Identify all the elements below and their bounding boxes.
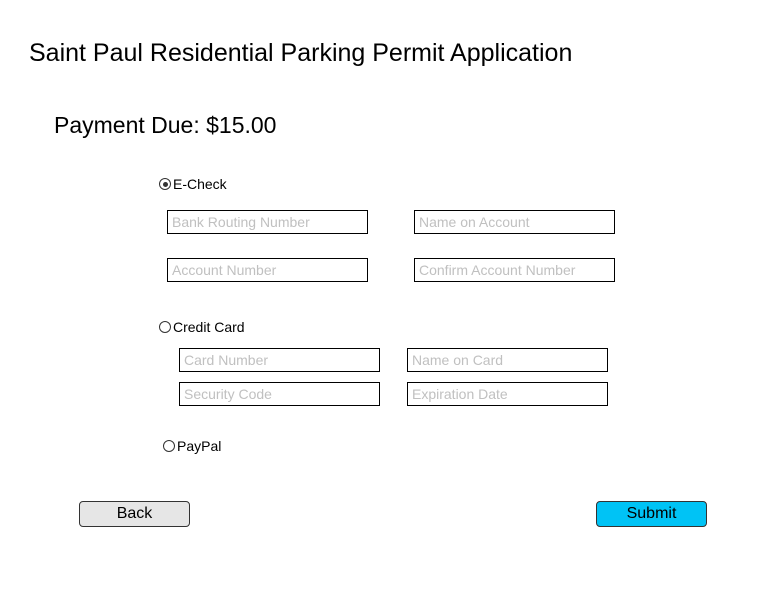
card-number-input[interactable] <box>179 348 380 372</box>
back-button[interactable]: Back <box>79 501 190 527</box>
page-title: Saint Paul Residential Parking Permit Ap… <box>29 39 573 67</box>
echeck-option[interactable]: E-Check <box>159 176 227 192</box>
confirm-account-number-input[interactable] <box>414 258 615 282</box>
echeck-radio[interactable] <box>159 178 171 190</box>
name-on-account-input[interactable] <box>414 210 615 234</box>
credit-card-radio[interactable] <box>159 321 171 333</box>
paypal-option[interactable]: PayPal <box>163 438 221 454</box>
security-code-input[interactable] <box>179 382 380 406</box>
bank-routing-number-input[interactable] <box>167 210 368 234</box>
expiration-date-input[interactable] <box>407 382 608 406</box>
submit-button[interactable]: Submit <box>596 501 707 527</box>
credit-card-option[interactable]: Credit Card <box>159 319 245 335</box>
paypal-radio[interactable] <box>163 440 175 452</box>
credit-card-label: Credit Card <box>173 319 245 335</box>
echeck-label: E-Check <box>173 176 227 192</box>
account-number-input[interactable] <box>167 258 368 282</box>
name-on-card-input[interactable] <box>407 348 608 372</box>
payment-due: Payment Due: $15.00 <box>54 112 277 138</box>
paypal-label: PayPal <box>177 438 222 454</box>
